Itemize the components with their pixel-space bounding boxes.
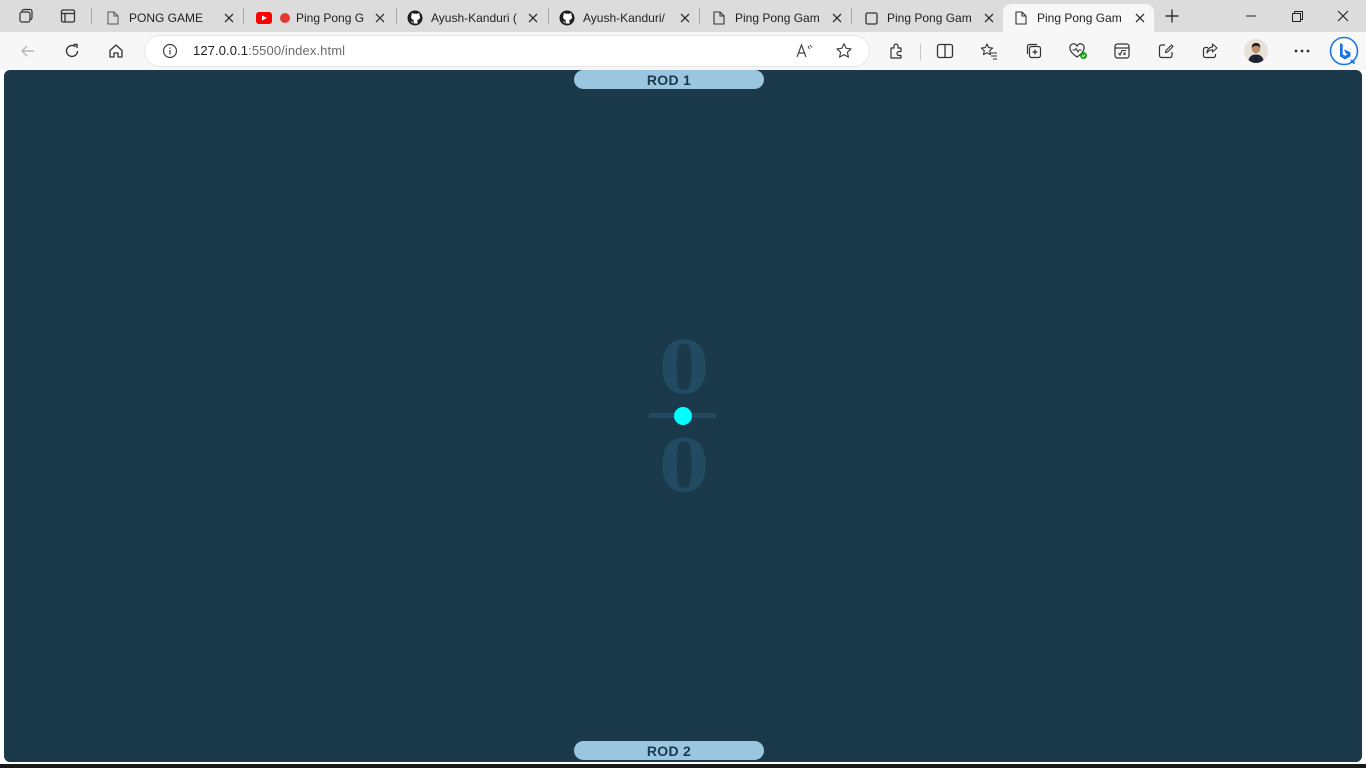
home-icon[interactable]	[102, 37, 130, 65]
profile-avatar[interactable]	[1242, 37, 1270, 65]
more-options-icon[interactable]	[1288, 37, 1316, 65]
tab-title: Ping Pong Gam	[1037, 11, 1122, 25]
tab-title: Ping Pong Gam	[887, 11, 972, 25]
url-path: :5500/index.html	[248, 43, 346, 58]
tab-ping-pong-active[interactable]: Ping Pong Gam	[1003, 4, 1154, 32]
tab-actions-icon[interactable]	[54, 4, 82, 28]
close-icon[interactable]	[1130, 8, 1150, 28]
page-icon	[105, 10, 121, 26]
score-top: 0	[658, 325, 710, 410]
close-icon[interactable]	[675, 8, 695, 28]
site-info-icon[interactable]	[162, 43, 178, 64]
close-icon[interactable]	[370, 8, 390, 28]
browser-toolbar: 127.0.0.1:5500/index.html	[0, 32, 1366, 70]
rod-1-label: ROD 1	[646, 71, 692, 88]
split-screen-icon[interactable]	[931, 37, 959, 65]
tab-ping-pong-2[interactable]: Ping Pong Gam	[853, 4, 1003, 32]
tab-github-2[interactable]: Ayush-Kanduri/	[549, 4, 699, 32]
read-aloud-icon[interactable]	[795, 43, 813, 64]
tab-title: Ping Pong G	[296, 11, 365, 25]
ball	[674, 407, 692, 425]
github-icon	[407, 10, 423, 26]
collections-icon[interactable]	[1020, 37, 1048, 65]
tab-strip: PONG GAME Ping Pong G Ayush-Kanduri ( Ay…	[0, 0, 1366, 32]
tab-github-1[interactable]: Ayush-Kanduri (	[397, 4, 547, 32]
tab-title: Ayush-Kanduri/	[583, 11, 665, 25]
tab-pong-game[interactable]: PONG GAME	[95, 4, 243, 32]
refresh-icon[interactable]	[58, 37, 86, 65]
github-icon	[559, 10, 575, 26]
url-host: 127.0.0.1	[193, 43, 249, 58]
page-icon	[1013, 10, 1029, 26]
bing-copilot-icon[interactable]	[1328, 35, 1360, 67]
rod-2: ROD 2	[574, 741, 764, 760]
extensions-icon[interactable]	[883, 37, 911, 65]
window-close-icon[interactable]	[1320, 0, 1366, 32]
close-icon[interactable]	[523, 8, 543, 28]
tab-ping-pong-1[interactable]: Ping Pong Gam	[701, 4, 851, 32]
tab-title: PONG GAME	[129, 11, 204, 25]
rod-1: ROD 1	[574, 70, 764, 89]
recording-dot-icon	[280, 13, 290, 23]
close-icon[interactable]	[827, 8, 847, 28]
square-icon	[863, 10, 879, 26]
close-icon[interactable]	[979, 8, 999, 28]
taskbar-edge	[0, 764, 1366, 768]
new-tab-icon[interactable]	[1158, 4, 1186, 28]
browser-essentials-icon[interactable]	[1064, 37, 1092, 65]
back-icon[interactable]	[14, 37, 42, 65]
rod-2-label: ROD 2	[646, 742, 692, 759]
close-icon[interactable]	[219, 8, 239, 28]
page-icon	[711, 10, 727, 26]
web-capture-icon[interactable]	[1152, 37, 1180, 65]
tab-youtube[interactable]: Ping Pong G	[246, 4, 394, 32]
favorite-star-icon[interactable]	[835, 42, 853, 65]
tab-title: Ping Pong Gam	[735, 11, 820, 25]
address-bar[interactable]: 127.0.0.1:5500/index.html	[145, 36, 869, 66]
share-icon[interactable]	[1196, 37, 1224, 65]
score-bottom: 0	[658, 423, 710, 508]
tab-title: Ayush-Kanduri (	[431, 11, 517, 25]
minimize-icon[interactable]	[1228, 0, 1274, 32]
restore-icon[interactable]	[1274, 0, 1320, 32]
url-text[interactable]: 127.0.0.1:5500/index.html	[193, 43, 345, 58]
page-viewport: ROD 1 0 0 ROD 2	[0, 70, 1366, 768]
math-solver-icon[interactable]	[1108, 37, 1136, 65]
youtube-icon	[256, 10, 272, 26]
workspaces-icon[interactable]	[12, 4, 40, 28]
game-board[interactable]: ROD 1 0 0 ROD 2	[4, 70, 1362, 762]
favorites-icon[interactable]	[975, 37, 1003, 65]
